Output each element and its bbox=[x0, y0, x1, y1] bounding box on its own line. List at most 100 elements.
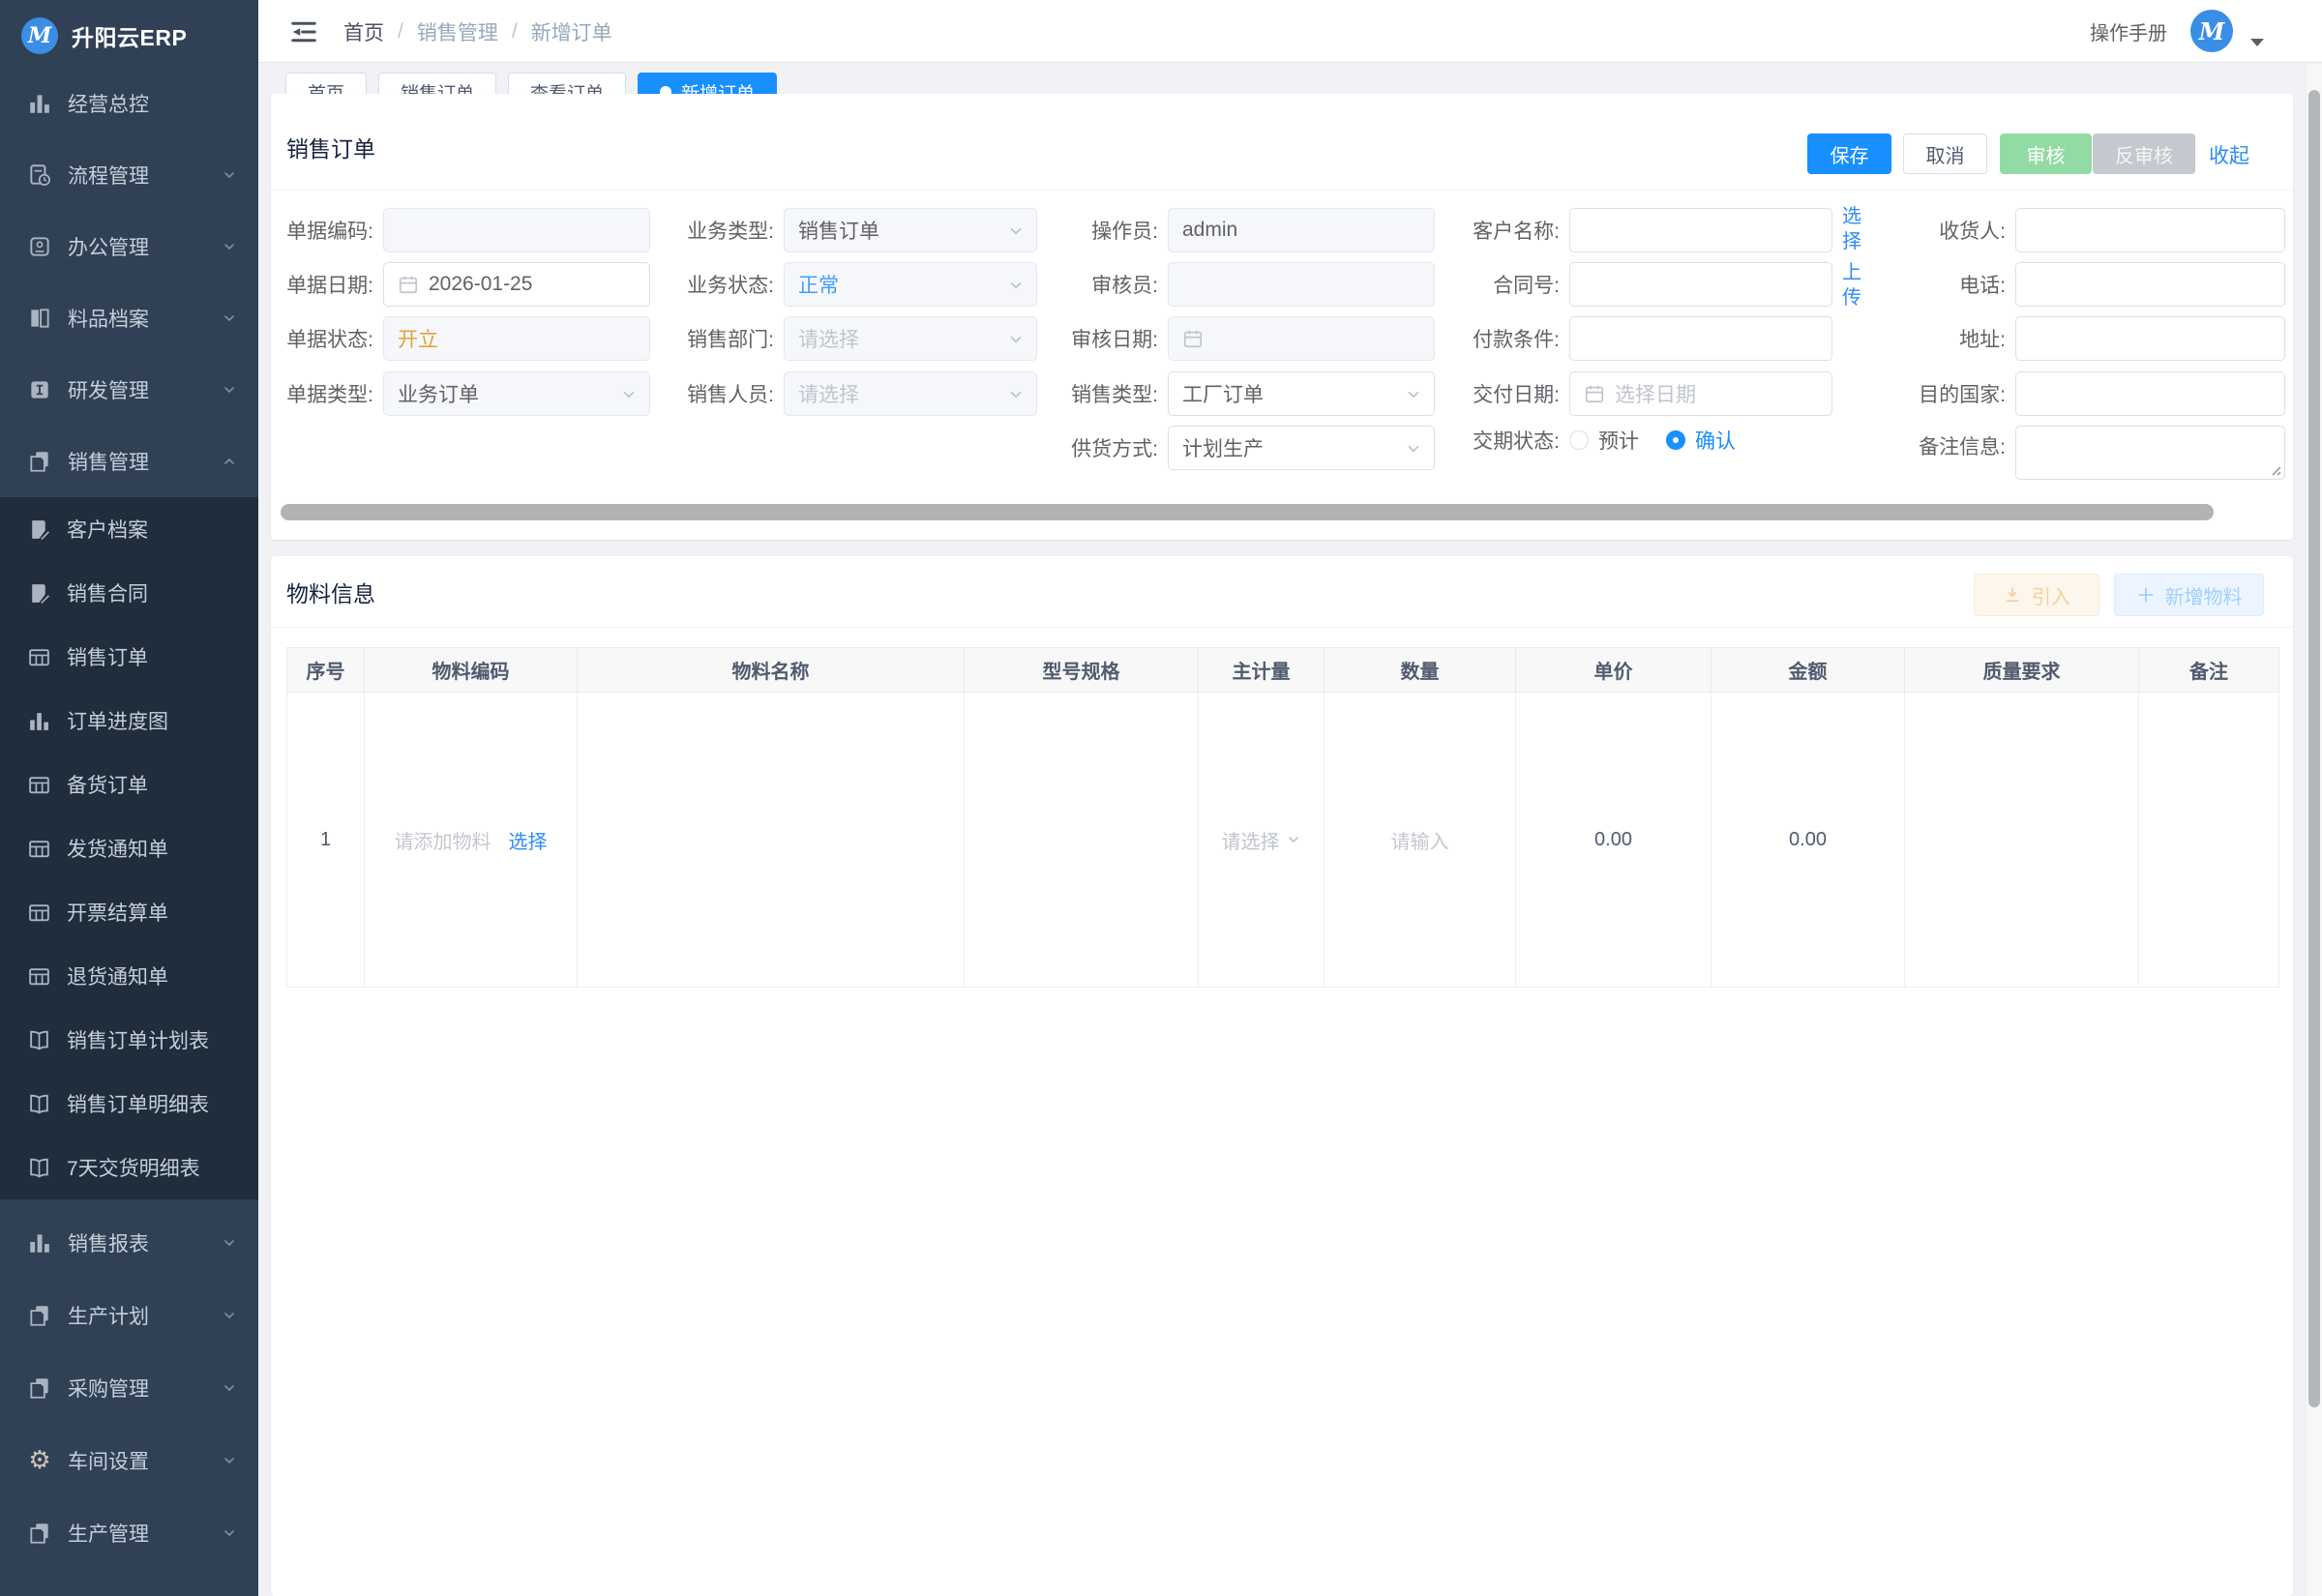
radio-checked-icon[interactable] bbox=[1666, 430, 1685, 450]
sidebar-item-return-notice[interactable]: 退货通知单 bbox=[0, 944, 258, 1008]
phone-input[interactable] bbox=[2015, 262, 2285, 307]
breadcrumb-home[interactable]: 首页 bbox=[343, 17, 384, 46]
dest-country-input[interactable] bbox=[2015, 371, 2285, 416]
customer-input[interactable] bbox=[1569, 208, 1832, 252]
field-bill-type: 单据类型: 业务订单 bbox=[281, 371, 650, 416]
table-grid-icon bbox=[27, 837, 51, 861]
sidebar-item-office-mgmt[interactable]: 办公管理 bbox=[0, 211, 258, 282]
user-avatar[interactable]: M bbox=[2190, 10, 2233, 52]
payment-terms-input[interactable] bbox=[1569, 316, 1832, 361]
sales-type-select[interactable]: 工厂订单 bbox=[1168, 371, 1435, 416]
sidebar-item-processing-workshop[interactable]: 加工车间 bbox=[0, 1570, 258, 1596]
sidebar-item-material-archive[interactable]: 料品档案 bbox=[0, 282, 258, 354]
sidebar-item-order-plan-report[interactable]: 销售订单计划表 bbox=[0, 1008, 258, 1072]
cell-material-code: 请添加物料 选择 bbox=[365, 693, 578, 988]
upload-link[interactable]: 上传 bbox=[1842, 260, 1865, 310]
cell-unit[interactable]: 请选择 bbox=[1199, 693, 1325, 988]
field-bill-code: 单据编码: bbox=[281, 208, 650, 252]
sidebar-item-sales-report[interactable]: 销售报表 bbox=[0, 1207, 258, 1279]
col-material-name: 物料名称 bbox=[578, 648, 965, 693]
app-logo[interactable]: M 升阳云ERP bbox=[0, 0, 258, 72]
user-menu-caret-icon[interactable] bbox=[2250, 39, 2264, 46]
address-input[interactable] bbox=[2015, 316, 2285, 361]
chevron-down-icon bbox=[1007, 331, 1025, 348]
open-book-icon bbox=[27, 1028, 51, 1052]
receiver-input[interactable] bbox=[2015, 208, 2285, 252]
contract-no-input[interactable] bbox=[1569, 262, 1832, 307]
unaudit-button[interactable]: 反审核 bbox=[2093, 133, 2195, 174]
chevron-down-icon bbox=[1286, 832, 1301, 847]
sidebar-item-stock-order[interactable]: 备货订单 bbox=[0, 753, 258, 816]
col-unit-price: 单价 bbox=[1516, 648, 1712, 693]
cell-unit-price[interactable]: 0.00 bbox=[1516, 693, 1712, 988]
i-square-icon bbox=[27, 377, 52, 402]
sidebar-item-workshop-settings[interactable]: ⚙ 车间设置 bbox=[0, 1425, 258, 1496]
col-quantity: 数量 bbox=[1325, 648, 1516, 693]
save-button[interactable]: 保存 bbox=[1807, 133, 1891, 174]
customer-select-link[interactable]: 选择 bbox=[1842, 204, 1865, 254]
sidebar-item-production-plan[interactable]: 生产计划 bbox=[0, 1280, 258, 1351]
sidebar-item-production-mgmt[interactable]: 生产管理 bbox=[0, 1497, 258, 1569]
sidebar-item-sales-order[interactable]: 销售订单 bbox=[0, 625, 258, 689]
biz-type-select[interactable]: 销售订单 bbox=[784, 208, 1037, 252]
sidebar-item-invoice-settlement[interactable]: 开票结算单 bbox=[0, 880, 258, 944]
sales-person-select[interactable]: 请选择 bbox=[784, 371, 1037, 416]
chevron-down-icon bbox=[620, 386, 638, 403]
col-model-spec: 型号规格 bbox=[965, 648, 1199, 693]
chevron-down-icon bbox=[222, 239, 237, 254]
sidebar-item-shipping-notice[interactable]: 发货通知单 bbox=[0, 816, 258, 880]
bill-type-select[interactable]: 业务订单 bbox=[383, 371, 650, 416]
field-operator: 操作员: admin bbox=[1061, 208, 1435, 252]
add-material-button[interactable]: 新增物料 bbox=[2114, 574, 2264, 616]
breadcrumb-sales-mgmt[interactable]: 销售管理 bbox=[417, 17, 498, 46]
sidebar-item-order-detail-report[interactable]: 销售订单明细表 bbox=[0, 1072, 258, 1136]
manual-link[interactable]: 操作手册 bbox=[2090, 0, 2167, 63]
field-receiver: 收货人: bbox=[1877, 208, 2285, 252]
sidebar-item-business-overview[interactable]: 经营总控 bbox=[0, 68, 258, 139]
sidebar-item-sales-contract[interactable]: 销售合同 bbox=[0, 561, 258, 625]
bar-chart-icon bbox=[27, 91, 52, 116]
sidebar-item-process-mgmt[interactable]: 流程管理 bbox=[0, 139, 258, 211]
header-divider bbox=[271, 627, 2293, 628]
horizontal-scrollbar-thumb[interactable] bbox=[281, 504, 2214, 520]
vertical-scrollbar-thumb[interactable] bbox=[2308, 90, 2320, 1407]
cell-quantity[interactable]: 请输入 bbox=[1325, 693, 1516, 988]
radio-unchecked-icon[interactable] bbox=[1569, 430, 1589, 450]
sidebar-item-rd-mgmt[interactable]: 研发管理 bbox=[0, 354, 258, 426]
sidebar-item-7day-delivery-report[interactable]: 7天交货明细表 bbox=[0, 1136, 258, 1199]
copy-docs-icon bbox=[27, 1375, 52, 1401]
collapse-link[interactable]: 收起 bbox=[2209, 140, 2249, 169]
remark-textarea[interactable] bbox=[2015, 426, 2285, 480]
bill-date-input[interactable]: 2026-01-25 bbox=[383, 262, 650, 307]
materials-table: 序号 物料编码 物料名称 型号规格 主计量 数量 单价 金额 质量要求 备注 1 bbox=[286, 647, 2279, 988]
field-sales-type: 销售类型: 工厂订单 bbox=[1061, 371, 1435, 416]
sidebar-item-customer-archive[interactable]: 客户档案 bbox=[0, 497, 258, 561]
bill-code-input[interactable] bbox=[383, 208, 650, 252]
chevron-down-icon bbox=[222, 1453, 237, 1468]
sidebar-collapse-icon[interactable] bbox=[289, 17, 318, 46]
materials-card: 物料信息 引入 新增物料 序号 物料编码 物料名称 型号规格 主计量 bbox=[271, 556, 2293, 1596]
cell-material-name bbox=[578, 693, 965, 988]
field-customer: 客户名称: bbox=[1455, 208, 1832, 252]
app-title: 升阳云ERP bbox=[72, 19, 187, 52]
sidebar-item-purchase-mgmt[interactable]: 采购管理 bbox=[0, 1352, 258, 1424]
field-payment-terms: 付款条件: bbox=[1455, 316, 1832, 361]
import-button[interactable]: 引入 bbox=[1974, 574, 2099, 616]
field-biz-status: 业务状态: 正常 bbox=[677, 262, 1037, 307]
bill-status-input: 开立 bbox=[383, 316, 650, 361]
audit-button[interactable]: 审核 bbox=[2000, 133, 2092, 174]
col-unit: 主计量 bbox=[1199, 648, 1325, 693]
sales-dept-select[interactable]: 请选择 bbox=[784, 316, 1037, 361]
cancel-button[interactable]: 取消 bbox=[1903, 133, 1987, 174]
delivery-date-input[interactable]: 选择日期 bbox=[1569, 371, 1832, 416]
table-header-row: 序号 物料编码 物料名称 型号规格 主计量 数量 单价 金额 质量要求 备注 bbox=[287, 648, 2279, 693]
biz-status-select[interactable]: 正常 bbox=[784, 262, 1037, 307]
audit-date-input bbox=[1168, 316, 1435, 361]
chevron-down-icon bbox=[222, 382, 237, 398]
sidebar-item-sales-mgmt[interactable]: 销售管理 bbox=[0, 426, 258, 497]
supply-mode-select[interactable]: 计划生产 bbox=[1168, 426, 1435, 470]
resize-handle-icon[interactable] bbox=[2268, 462, 2281, 476]
sidebar-item-order-progress[interactable]: 订单进度图 bbox=[0, 689, 258, 753]
chevron-down-icon bbox=[222, 1380, 237, 1396]
material-select-link[interactable]: 选择 bbox=[509, 826, 548, 854]
